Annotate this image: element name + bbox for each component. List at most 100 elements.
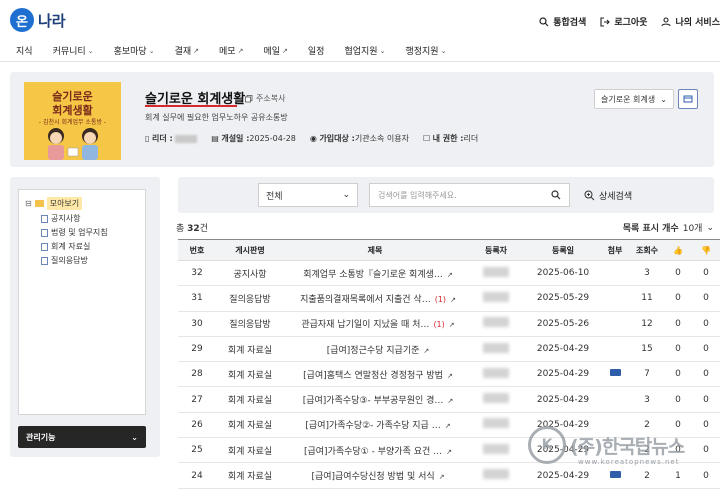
post-title-link[interactable]: 지출품의결재목록에서 지출건 삭… — [300, 295, 431, 305]
collapse-icon[interactable]: ⊟ — [25, 199, 32, 208]
cell-attachment[interactable] — [600, 361, 630, 388]
header-title: 제목 — [284, 239, 466, 261]
post-title-link[interactable]: [급여]가족수당③- 부부공무원인 경… — [303, 396, 444, 406]
cell-date: 2025-06-10 — [526, 260, 600, 287]
nav-item-mail[interactable]: 메일 ↗ — [263, 44, 287, 58]
nav-label: 지식 — [16, 47, 33, 57]
cell-title[interactable]: [급여]가족수당②- 가족수당 지급 … ↗ — [284, 412, 466, 439]
cell-author — [466, 260, 526, 287]
tree-item-laws[interactable]: 법령 및 업무지침 — [41, 227, 139, 238]
external-link-icon[interactable]: ↗ — [445, 422, 451, 430]
club-meta: ▯ 리더 : ▤ 개설일 :2025-04-28 ◉ 가입대상 :기관소속 이용… — [145, 133, 478, 144]
cell-dislikes: 0 — [692, 285, 720, 312]
external-link-icon[interactable]: ↗ — [449, 321, 455, 329]
cell-title[interactable]: [급여]정근수당 지급기준 ↗ — [284, 336, 466, 363]
club-go-button[interactable] — [678, 89, 698, 109]
cell-views: 2 — [630, 462, 664, 489]
search-input[interactable]: 검색어를 입력해주세요. — [369, 183, 570, 207]
integrated-search-link[interactable]: 통합검색 — [539, 15, 586, 28]
cell-title[interactable]: 회계업무 소통방『슬기로운 회계생… ↗ — [284, 260, 466, 287]
cell-author — [466, 336, 526, 363]
cell-title[interactable]: 관급자재 납기일이 지났을 때 처… (1) ↗ — [284, 311, 466, 337]
tree-item-label: 질의응답방 — [51, 256, 88, 265]
logo-badge: 온 — [10, 8, 34, 32]
table-row[interactable]: 30 질의응답방 관급자재 납기일이 지났을 때 처… (1) ↗ 2025-05-26 1… — [178, 311, 720, 337]
tree-item-qna[interactable]: 질의응답방 — [41, 255, 139, 266]
external-link-icon[interactable]: ↗ — [423, 347, 429, 355]
cell-likes: 0 — [664, 260, 692, 287]
search-icon[interactable] — [551, 190, 561, 200]
nav-item-admin-support[interactable]: 행정지원 ⌄ — [405, 44, 446, 58]
nav-item-knowledge[interactable]: 지식 — [16, 44, 33, 57]
cell-dislikes: 0 — [692, 437, 720, 464]
post-title-link[interactable]: [급여]홈택스 연말정산 경정청구 방법 — [303, 371, 443, 381]
cell-title[interactable]: [급여]가족수당③- 부부공무원인 경… ↗ — [284, 386, 466, 413]
cell-no: 29 — [178, 336, 216, 363]
external-link-icon[interactable]: ↗ — [447, 397, 453, 405]
post-title-link[interactable]: 회계업무 소통방『슬기로운 회계생… — [303, 270, 443, 280]
post-title-link[interactable]: [급여]가족수당① - 부양가족 요건 … — [304, 447, 442, 457]
nav-item-approval[interactable]: 결재 ↗ — [175, 44, 199, 58]
opened-info: ▤ 개설일 :2025-04-28 — [211, 133, 296, 144]
cell-author — [466, 285, 526, 312]
external-link-icon[interactable]: ↗ — [439, 473, 445, 481]
per-page-label: 목록 표시 개수 — [622, 224, 679, 234]
cell-title[interactable]: [급여]급여수당신청 방법 및 서식 ↗ — [284, 462, 466, 489]
table-row[interactable]: 29 회계 자료실 [급여]정근수당 지급기준 ↗ 2025-04-29 15 0 0 — [178, 336, 720, 363]
table-row[interactable]: 28 회계 자료실 [급여]홈택스 연말정산 경정청구 방법 ↗ 2025-04-29 7… — [178, 361, 720, 388]
my-service-link[interactable]: 나의 서비스 — [661, 15, 720, 28]
table-row[interactable]: 27 회계 자료실 [급여]가족수당③- 부부공무원인 경… ↗ 2025-04-29 3… — [178, 386, 720, 413]
table-row[interactable]: 24 회계 자료실 [급여]급여수당신청 방법 및 서식 ↗ 2025-04-29 2 1 0 — [178, 462, 720, 489]
site-logo[interactable]: 온 나라 — [10, 8, 66, 32]
external-link-icon[interactable]: ↗ — [447, 372, 453, 380]
cell-no: 26 — [178, 412, 216, 439]
table-row[interactable]: 31 질의응답방 지출품의결재목록에서 지출건 삭… (1) ↗ 2025-05-29 11… — [178, 285, 720, 312]
watermark-mark: K — [528, 426, 566, 464]
cell-title[interactable]: [급여]가족수당① - 부양가족 요건 … ↗ — [284, 437, 466, 464]
chevron-down-icon: ⌄ — [87, 46, 94, 55]
external-link-icon[interactable]: ↗ — [446, 448, 452, 456]
copy-address-button[interactable]: 주소복사 — [245, 93, 285, 104]
header-like-icon: 👍 — [664, 239, 692, 261]
manage-button[interactable]: 관리기능 ⌄ — [18, 426, 146, 448]
role-label: 내 권한 : — [432, 134, 464, 143]
post-title-link[interactable]: [급여]급여수당신청 방법 및 서식 — [311, 472, 434, 482]
total-suffix: 건 — [199, 224, 208, 234]
search-filter-select[interactable]: 전체 ⌄ — [258, 183, 358, 207]
tree-root[interactable]: ⊟ 모아보기 — [25, 197, 139, 210]
cell-date: 2025-04-29 — [526, 336, 600, 363]
post-title-link[interactable]: 관급자재 납기일이 지났을 때 처… — [301, 320, 429, 330]
document-icon — [41, 242, 48, 251]
cell-title[interactable]: 지출품의결재목록에서 지출건 삭… (1) ↗ — [284, 285, 466, 312]
table-row[interactable]: 32 공지사항 회계업무 소통방『슬기로운 회계생… ↗ 2025-06-10 3 0 0 — [178, 260, 720, 287]
nav-item-collaboration[interactable]: 협업지원 ⌄ — [344, 44, 385, 58]
post-title-link[interactable]: [급여]가족수당②- 가족수당 지급 … — [305, 421, 440, 431]
role-info: ☐ 내 권한 :리더 — [423, 133, 478, 144]
cell-views: 12 — [630, 311, 664, 337]
cell-author — [466, 437, 526, 464]
post-title-link[interactable]: [급여]정근수당 지급기준 — [327, 346, 420, 356]
cell-attachment — [600, 336, 630, 363]
advanced-search-button[interactable]: 상세검색 — [584, 189, 632, 202]
cell-attachment — [600, 311, 630, 337]
nav-item-memo[interactable]: 메모 ↗ — [219, 44, 243, 58]
nav-item-community[interactable]: 커뮤니티 ⌄ — [53, 44, 94, 58]
tree-item-accounting-files[interactable]: 회계 자료실 — [41, 241, 139, 252]
per-page-select[interactable]: 목록 표시 개수 10개 ⌄ — [622, 221, 714, 235]
external-link-icon[interactable]: ↗ — [447, 271, 453, 279]
cell-title[interactable]: [급여]홈택스 연말정산 경정청구 방법 ↗ — [284, 361, 466, 388]
external-link-icon[interactable]: ↗ — [450, 296, 456, 304]
club-select[interactable]: 슬기로운 회계생 ⌄ — [594, 89, 674, 109]
header-dislike-icon: 👎 — [692, 239, 720, 261]
cell-views: 7 — [630, 361, 664, 388]
logout-link[interactable]: 로그아웃 — [600, 15, 647, 28]
integrated-search-label: 통합검색 — [553, 18, 587, 28]
cell-attachment[interactable] — [600, 462, 630, 489]
nav-item-promotion[interactable]: 홍보마당 ⌄ — [114, 44, 155, 58]
banner-line-3: - 김천시 회계업무 소통방 - — [38, 119, 107, 126]
attachment-file-icon[interactable] — [609, 470, 621, 478]
cell-board: 회계 자료실 — [216, 336, 284, 363]
nav-item-schedule[interactable]: 일정 — [308, 44, 325, 57]
attachment-file-icon[interactable] — [609, 369, 621, 377]
tree-item-notice[interactable]: 공지사항 — [41, 213, 139, 224]
